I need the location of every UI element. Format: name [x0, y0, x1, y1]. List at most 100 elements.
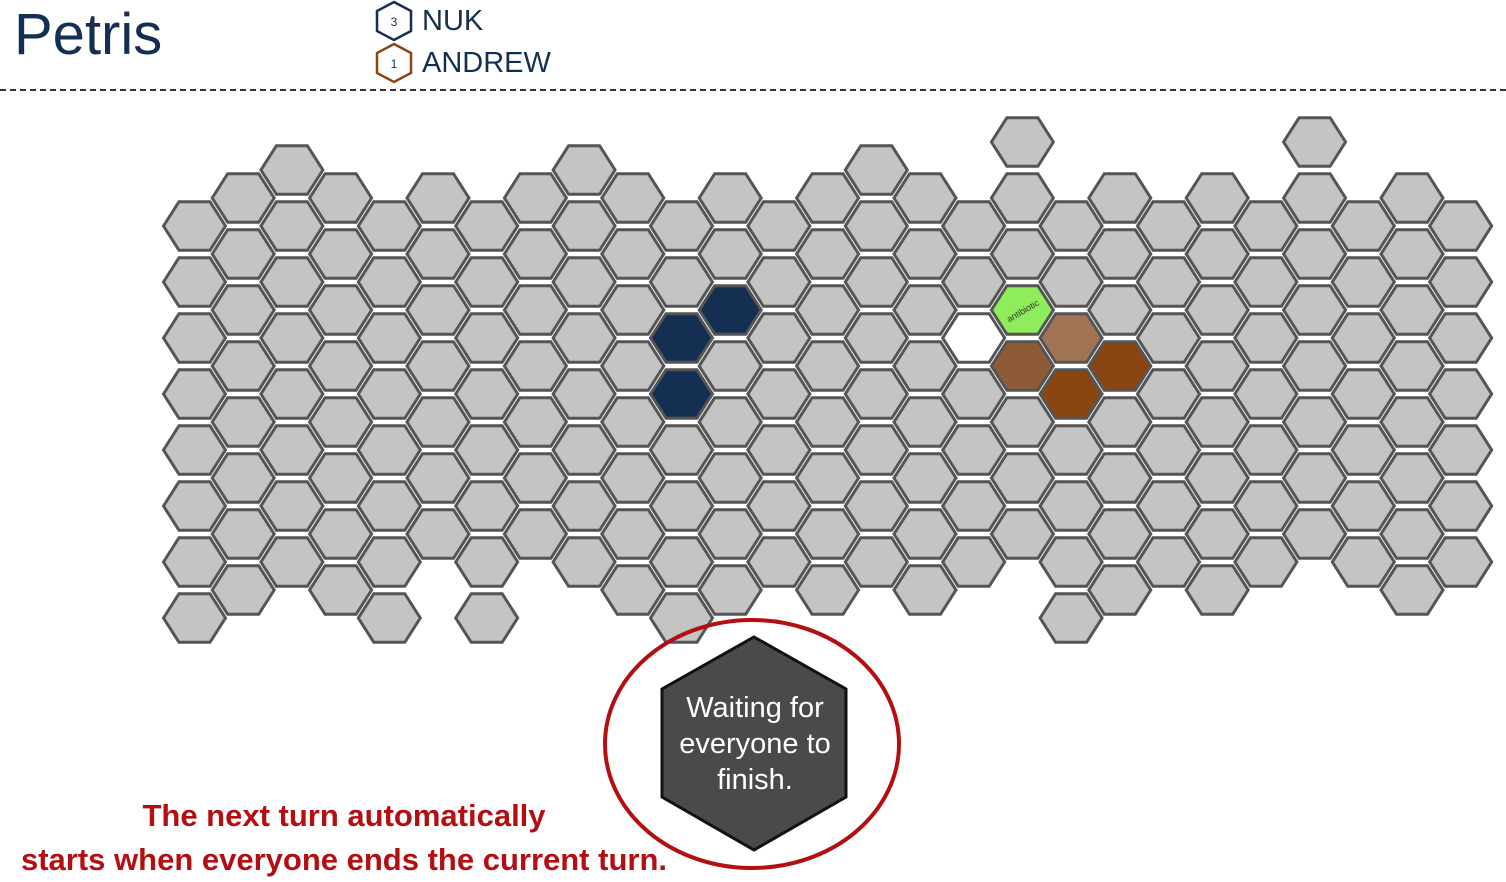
board-cell[interactable] — [1087, 284, 1153, 336]
board-cell[interactable] — [259, 424, 325, 476]
board-cell[interactable] — [1184, 508, 1250, 560]
board-cell[interactable] — [1135, 536, 1202, 588]
board-cell[interactable] — [356, 368, 423, 420]
board-cell[interactable] — [1427, 480, 1494, 532]
board-cell[interactable] — [1184, 284, 1250, 336]
board-cell[interactable] — [989, 116, 1056, 168]
board-cell[interactable] — [210, 172, 276, 224]
board-cell[interactable] — [648, 480, 715, 532]
board-cell[interactable] — [697, 172, 763, 224]
board-cell[interactable] — [940, 536, 1007, 588]
board-cell[interactable] — [161, 256, 228, 308]
board-cell[interactable] — [502, 340, 569, 392]
board-cell[interactable] — [259, 144, 325, 196]
board-cell[interactable] — [1184, 564, 1250, 616]
board-cell[interactable] — [356, 200, 423, 252]
board-cell[interactable] — [1184, 228, 1250, 280]
board-cell[interactable] — [843, 480, 910, 532]
board-cell[interactable] — [1281, 116, 1348, 168]
board-cell[interactable] — [405, 228, 471, 280]
board-cell[interactable] — [1135, 256, 1202, 308]
board-cell[interactable] — [1135, 480, 1202, 532]
board-cell[interactable] — [1087, 508, 1153, 560]
board-cell[interactable] — [746, 480, 812, 532]
board-cell[interactable] — [1233, 424, 1299, 476]
board-cell[interactable] — [1330, 312, 1397, 364]
board-cell[interactable] — [794, 228, 861, 280]
board-cell[interactable] — [1184, 340, 1250, 392]
board-cell[interactable] — [843, 368, 910, 420]
board-cell[interactable] — [551, 480, 617, 532]
board-cell[interactable] — [1038, 592, 1104, 644]
board-cell[interactable] — [259, 256, 325, 308]
board-cell[interactable] — [307, 396, 374, 448]
board-cell[interactable] — [843, 536, 910, 588]
board-cell[interactable] — [1281, 284, 1348, 336]
board-cell[interactable] — [502, 452, 569, 504]
board-cell[interactable] — [843, 256, 910, 308]
board-cell[interactable] — [356, 424, 423, 476]
board-cell[interactable] — [648, 312, 715, 364]
board-cell[interactable] — [1135, 200, 1202, 252]
board-cell[interactable] — [989, 340, 1056, 392]
board-cell[interactable] — [1233, 480, 1299, 532]
board-cell[interactable] — [307, 564, 374, 616]
board-cell[interactable] — [843, 200, 910, 252]
board-cell[interactable] — [697, 340, 763, 392]
board-cell[interactable] — [600, 340, 666, 392]
board-cell[interactable] — [405, 452, 471, 504]
board-cell[interactable] — [502, 228, 569, 280]
board-cell[interactable] — [502, 396, 569, 448]
board-cell[interactable] — [161, 480, 228, 532]
board-cell[interactable] — [1233, 200, 1299, 252]
board-cell[interactable] — [259, 312, 325, 364]
board-cell[interactable] — [551, 368, 617, 420]
board-cell[interactable] — [1087, 396, 1153, 448]
board-cell[interactable] — [697, 508, 763, 560]
board-cell[interactable] — [161, 312, 228, 364]
board-cell[interactable] — [648, 368, 715, 420]
board-cell[interactable] — [1330, 536, 1397, 588]
board-cell[interactable] — [600, 564, 666, 616]
board-cell[interactable] — [210, 452, 276, 504]
board-cell[interactable] — [1038, 480, 1104, 532]
board-cell[interactable] — [1087, 452, 1153, 504]
board-cell[interactable] — [1379, 564, 1445, 616]
board-cell[interactable] — [1281, 172, 1348, 224]
board-cell[interactable] — [210, 396, 276, 448]
board-cell[interactable] — [1427, 200, 1494, 252]
board-cell[interactable] — [210, 564, 276, 616]
board-cell[interactable] — [551, 256, 617, 308]
board-cell[interactable] — [356, 480, 423, 532]
board-cell[interactable] — [259, 200, 325, 252]
board-cell[interactable] — [648, 256, 715, 308]
board-cell[interactable] — [1427, 368, 1494, 420]
board-cell[interactable] — [405, 284, 471, 336]
board-cell[interactable] — [794, 340, 861, 392]
board-cell[interactable] — [1379, 452, 1445, 504]
board-cell[interactable] — [502, 508, 569, 560]
board-cell[interactable] — [1135, 368, 1202, 420]
board-cell[interactable] — [1038, 536, 1104, 588]
board-cell[interactable] — [697, 452, 763, 504]
board-cell[interactable] — [1281, 396, 1348, 448]
board-cell[interactable] — [551, 200, 617, 252]
board-cell[interactable] — [1427, 256, 1494, 308]
board-cell[interactable] — [1379, 228, 1445, 280]
board-cell[interactable] — [307, 172, 374, 224]
board-cell[interactable] — [405, 340, 471, 392]
board-cell[interactable] — [453, 592, 520, 644]
board-cell[interactable] — [356, 256, 423, 308]
board-cell[interactable] — [1427, 424, 1494, 476]
board-cell[interactable] — [1087, 228, 1153, 280]
board-cell[interactable] — [940, 368, 1007, 420]
board-cell[interactable] — [892, 228, 958, 280]
board-cell[interactable] — [1038, 368, 1104, 420]
board-cell[interactable] — [453, 424, 520, 476]
board-cell[interactable] — [1038, 424, 1104, 476]
board-cell[interactable] — [892, 564, 958, 616]
board-cell[interactable] — [405, 508, 471, 560]
board-cell[interactable] — [1233, 312, 1299, 364]
board-cell[interactable] — [259, 368, 325, 420]
board-cell[interactable] — [307, 284, 374, 336]
